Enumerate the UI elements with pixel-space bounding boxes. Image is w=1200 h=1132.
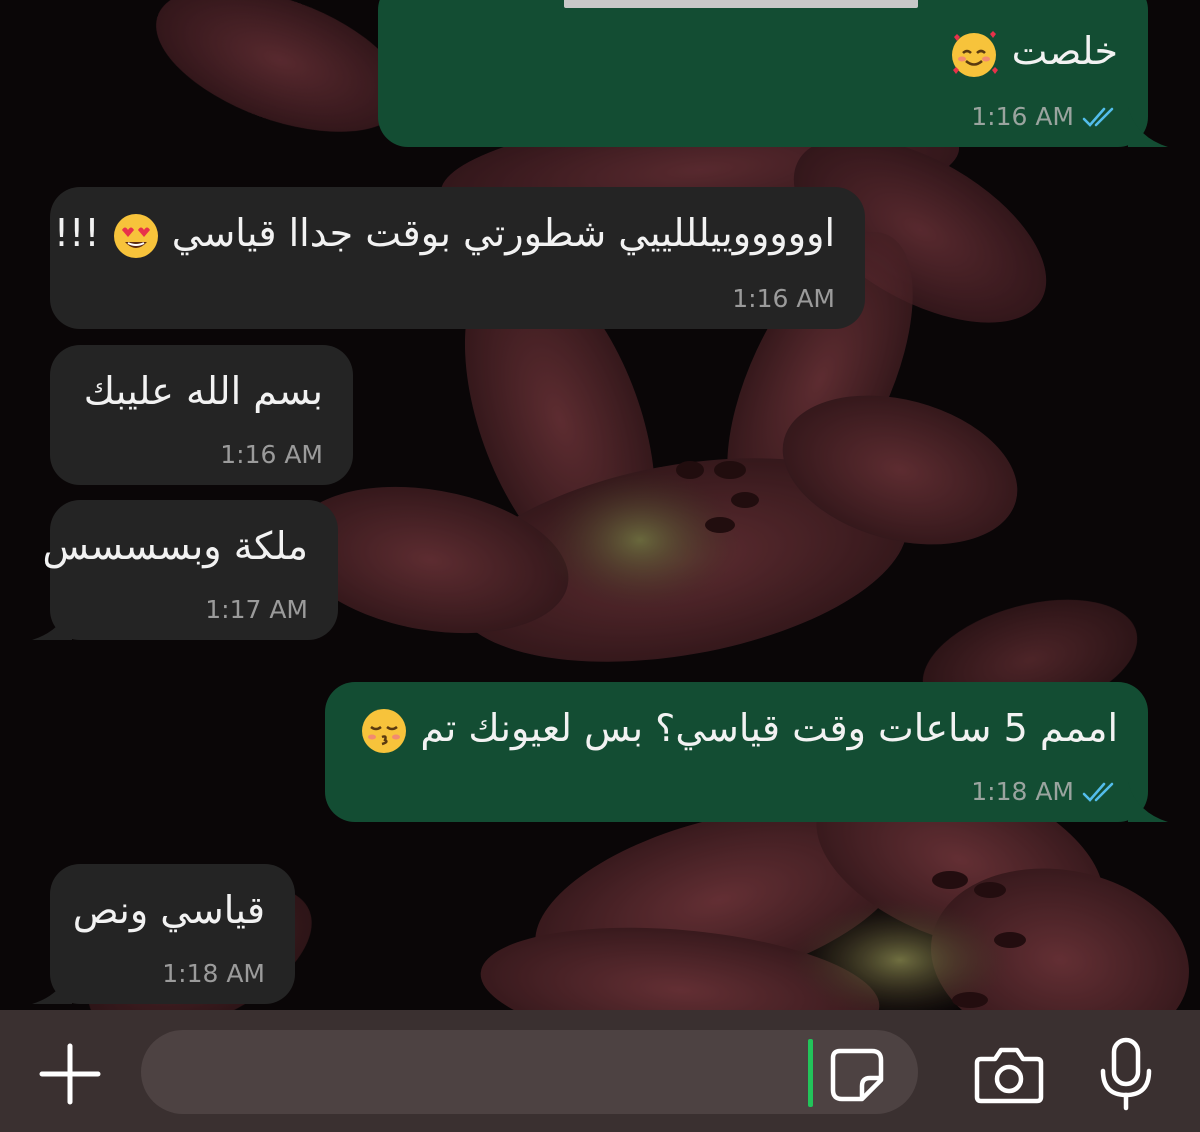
message-input[interactable] (141, 1030, 918, 1114)
message-text: اوووووييلللييي شطورتي بوقت جداا قياسي (171, 211, 835, 255)
incoming-message[interactable]: اوووووييلللييي شطورتي بوقت جداا قياسي !!… (50, 187, 865, 329)
timestamp: 1:16 AM (732, 284, 835, 313)
text-cursor (808, 1039, 813, 1107)
timestamp: 1:16 AM (971, 102, 1074, 131)
microphone-icon (1100, 1037, 1152, 1111)
timestamp: 1:18 AM (971, 777, 1074, 806)
message-text: اممم 5 ساعات وقت قياسي؟ بس لعيونك تم (420, 706, 1118, 750)
smiling-face-with-hearts-icon (951, 30, 998, 77)
image-thumbnail-edge (564, 0, 918, 8)
message-text: قياسي ونص (72, 888, 265, 932)
message-meta: 1:16 AM (971, 102, 1118, 131)
incoming-message[interactable]: قياسي ونص 1:18 AM (32, 864, 295, 1004)
sticker-button[interactable] (826, 1044, 888, 1106)
plus-icon (39, 1043, 101, 1105)
incoming-message[interactable]: بسم الله عليبك 1:16 AM (50, 345, 353, 485)
message-meta: 1:17 AM (205, 595, 308, 624)
message-text: ملكة وبسسسس (42, 524, 308, 568)
message-meta: 1:16 AM (732, 284, 835, 313)
message-text: بسم الله عليبك (83, 369, 323, 413)
camera-button[interactable] (972, 1042, 1046, 1108)
kissing-face-closed-eyes-icon (362, 708, 407, 753)
bubble-tail (32, 964, 72, 1004)
outgoing-message[interactable]: اممم 5 ساعات وقت قياسي؟ بس لعيونك تم 1:1… (325, 682, 1168, 822)
double-check-read-icon (1082, 782, 1114, 802)
incoming-message[interactable]: ملكة وبسسسس 1:17 AM (32, 500, 338, 640)
message-meta: 1:16 AM (220, 440, 323, 469)
bubble-tail (1128, 107, 1168, 147)
double-check-read-icon (1082, 107, 1114, 127)
message-meta: 1:18 AM (971, 777, 1118, 806)
timestamp: 1:16 AM (220, 440, 323, 469)
message-meta: 1:18 AM (162, 959, 265, 988)
outgoing-message[interactable]: خلصت 1:16 AM (378, 0, 1168, 147)
timestamp: 1:18 AM (162, 959, 265, 988)
bubble-tail (32, 600, 72, 640)
camera-icon (974, 1047, 1044, 1104)
bubble-tail (1128, 782, 1168, 822)
timestamp: 1:17 AM (205, 595, 308, 624)
attach-button[interactable] (36, 1040, 104, 1108)
chat-thread: خلصت 1:16 AM اوووووييلللييي شطورتي بوقت … (0, 0, 1200, 1010)
heart-eyes-face-icon (113, 213, 158, 258)
sticker-icon (830, 1048, 884, 1102)
voice-message-button[interactable] (1096, 1036, 1156, 1112)
message-text-suffix: !!! (53, 211, 100, 255)
message-text: خلصت (1011, 29, 1118, 73)
